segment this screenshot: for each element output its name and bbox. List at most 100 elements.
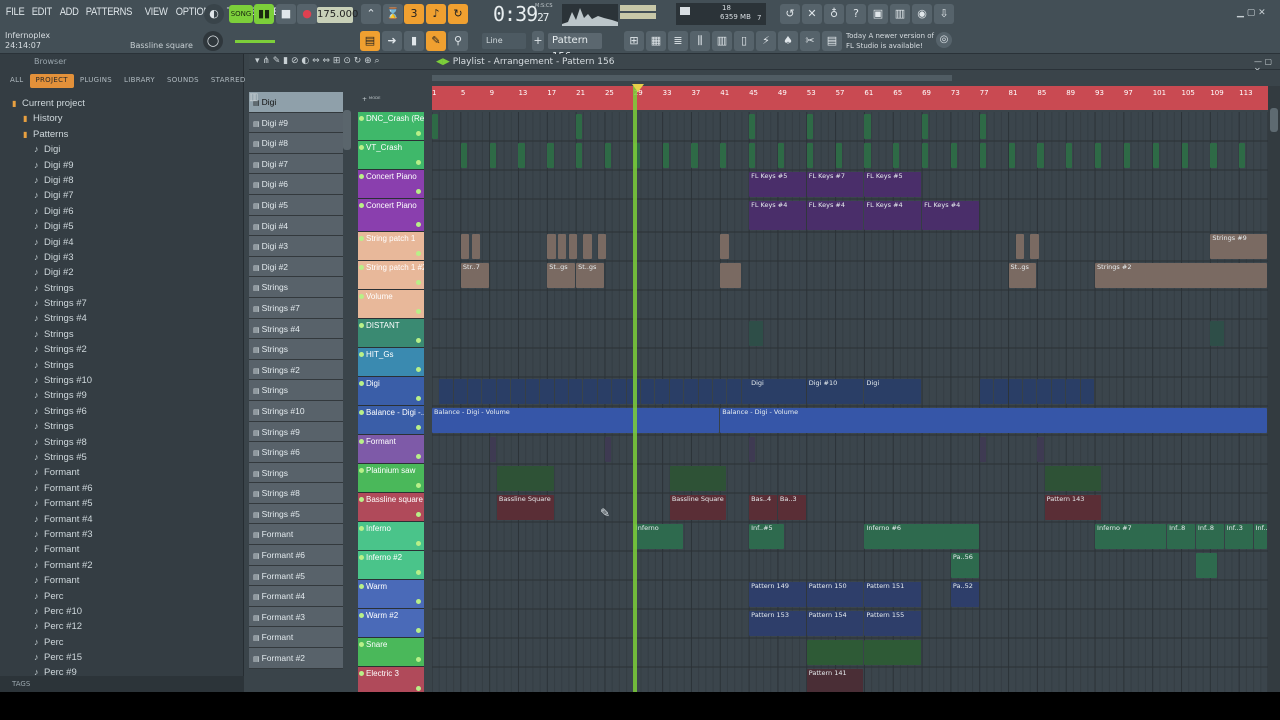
browser-tab-all[interactable]: ALL — [4, 74, 30, 88]
pattern-clip[interactable] — [604, 437, 612, 462]
pattern-clip[interactable] — [604, 143, 612, 168]
browser-item[interactable]: ♪ Digi #9 — [0, 158, 244, 173]
track-mute-led-icon[interactable] — [359, 323, 364, 328]
track-mute-led-icon[interactable] — [359, 410, 364, 415]
track-led-icon[interactable] — [416, 483, 421, 488]
pattern-clip[interactable]: Pattern 153 — [749, 611, 806, 636]
pattern-clip[interactable] — [1066, 143, 1073, 168]
pattern-clip[interactable] — [641, 379, 655, 404]
browser-item[interactable]: ♪ Strings #4 — [0, 311, 244, 326]
track-header[interactable]: Digi — [358, 377, 424, 406]
track-mute-led-icon[interactable] — [359, 116, 364, 121]
pattern-clip[interactable] — [979, 379, 994, 404]
pattern-clip[interactable] — [1239, 143, 1246, 168]
browser-tab-project[interactable]: PROJECT — [29, 74, 74, 88]
picker-pattern[interactable]: ▤ Digi #5 — [249, 194, 343, 216]
pattern-clip[interactable]: Inf..8 — [1195, 524, 1224, 549]
picker-pattern[interactable]: ▤ Strings #6 — [249, 442, 343, 463]
track-header[interactable]: VT_Crash — [358, 141, 424, 170]
pattern-clip[interactable]: Balance - Digi - Volume — [720, 408, 1267, 433]
browser-item[interactable]: ♪ Perc — [0, 589, 244, 604]
pattern-clip[interactable]: Pattern 149 — [749, 582, 806, 607]
pattern-clip[interactable]: FL Keys #4 — [749, 201, 806, 230]
pattern-clip[interactable] — [1123, 143, 1131, 168]
master-pitch-slider[interactable] — [235, 40, 275, 43]
pattern-clip[interactable] — [1051, 379, 1066, 404]
pattern-clip[interactable] — [864, 143, 871, 168]
track-led-icon[interactable] — [416, 338, 421, 343]
browser-item[interactable]: ♪ Digi #5 — [0, 219, 244, 234]
browser-item[interactable]: ♪ Digi #4 — [0, 235, 244, 250]
track-mute-led-icon[interactable] — [359, 526, 364, 531]
track-mute-led-icon[interactable] — [359, 265, 364, 270]
browser-toggle-icon[interactable]: ▥ — [712, 31, 732, 51]
pattern-clip[interactable] — [691, 143, 698, 168]
pattern-clip[interactable] — [749, 114, 756, 139]
pattern-clip[interactable] — [777, 143, 785, 168]
picker-pattern[interactable]: ▤ Formant #3 — [249, 606, 343, 628]
track-led-icon[interactable] — [416, 454, 421, 459]
pattern-clip[interactable] — [749, 321, 763, 346]
pattern-clip[interactable] — [547, 234, 556, 259]
mic-icon[interactable]: ♁ — [824, 4, 844, 24]
browser-item[interactable]: ♪ Strings #5 — [0, 450, 244, 465]
picker-pattern[interactable]: ▤ Strings #9 — [249, 421, 343, 443]
pattern-clip[interactable]: Inf..#5 — [749, 524, 785, 549]
track-header[interactable]: Warm #2 — [358, 609, 424, 638]
picker-pattern[interactable]: ▤ Digi #7 — [249, 153, 343, 175]
pattern-clip[interactable] — [518, 143, 525, 168]
pattern-clip[interactable] — [525, 379, 540, 404]
pattern-clip[interactable]: FL Keys #5 — [749, 172, 806, 197]
pattern-clip[interactable]: Inf..3 — [1224, 524, 1253, 549]
tempo-display[interactable]: 175.000 — [317, 7, 358, 23]
pattern-clip[interactable] — [1181, 143, 1188, 168]
more-icon[interactable]: ▤ — [822, 31, 842, 51]
picker-pattern[interactable]: ▤ Strings #8 — [249, 483, 343, 504]
pattern-clip[interactable] — [806, 640, 864, 665]
pattern-clip[interactable] — [698, 379, 713, 404]
pattern-selector[interactable]: Pattern 156 — [548, 33, 602, 62]
track-mute-led-icon[interactable] — [359, 439, 364, 444]
track-header[interactable]: String patch 1 #2 — [358, 261, 424, 290]
browser-item[interactable]: ♪ Digi #6 — [0, 204, 244, 219]
browser-item[interactable]: ♪ Perc — [0, 635, 244, 650]
undo-icon[interactable]: ↺ — [780, 4, 800, 24]
track-led-icon[interactable] — [416, 541, 421, 546]
browser-item[interactable]: ♪ Formant #5 — [0, 496, 244, 511]
browser-item[interactable]: ♪ Formant #2 — [0, 558, 244, 573]
play-icon[interactable]: ▮▮ — [254, 4, 274, 24]
browser-item[interactable]: ♪ Strings #9 — [0, 388, 244, 403]
track-header[interactable]: Electric 3 — [358, 667, 424, 692]
pattern-clip[interactable] — [540, 379, 554, 404]
browser-tab-plugins[interactable]: PLUGINS — [74, 74, 118, 88]
pattern-clip[interactable] — [1066, 379, 1080, 404]
pattern-clip[interactable]: Inf..8 — [1167, 524, 1195, 549]
track-mute-led-icon[interactable] — [359, 468, 364, 473]
browser-item[interactable]: ♪ Strings #10 — [0, 373, 244, 388]
pattern-clip[interactable] — [806, 114, 813, 139]
browser-item[interactable]: ♪ Formant #6 — [0, 481, 244, 496]
pattern-clip[interactable] — [979, 143, 986, 168]
playlist-tools[interactable]: ▾ ⋔ ✎ ▮ ⊘ ◐ ⇔ ⇔ ⊞ ⊙ ↻ ⊕ ⌕ — [255, 56, 380, 66]
track-led-icon[interactable] — [416, 657, 421, 662]
picker-pattern[interactable]: ▤ Strings #4 — [249, 318, 343, 340]
playlist-scrollbar[interactable] — [1268, 86, 1280, 692]
browser-item[interactable]: ▮ Current project — [0, 96, 244, 111]
pattern-clip[interactable] — [482, 379, 496, 404]
menu-item-file[interactable]: FILE — [4, 6, 26, 18]
pattern-clip[interactable] — [749, 143, 756, 168]
menu-item-patterns[interactable]: PATTERNS — [84, 6, 134, 18]
pattern-clip[interactable]: Bassline Square — [669, 495, 727, 520]
track-mute-led-icon[interactable] — [359, 497, 364, 502]
pattern-clip[interactable]: FL Keys #4 — [806, 201, 864, 230]
pattern-clip[interactable] — [597, 234, 607, 259]
track-led-icon[interactable] — [416, 309, 421, 314]
track-mute-led-icon[interactable] — [359, 352, 364, 357]
metronome-icon[interactable]: ⌃ — [361, 4, 381, 24]
pattern-clip[interactable]: Digi — [749, 379, 806, 404]
track-header[interactable]: Volume — [358, 290, 424, 319]
picker-pattern[interactable]: ▤ Strings #10 — [249, 400, 343, 422]
pattern-clip[interactable] — [864, 114, 871, 139]
pattern-clip[interactable]: Pattern 150 — [806, 582, 864, 607]
touch-keyboard-icon[interactable]: ♠ — [778, 31, 798, 51]
